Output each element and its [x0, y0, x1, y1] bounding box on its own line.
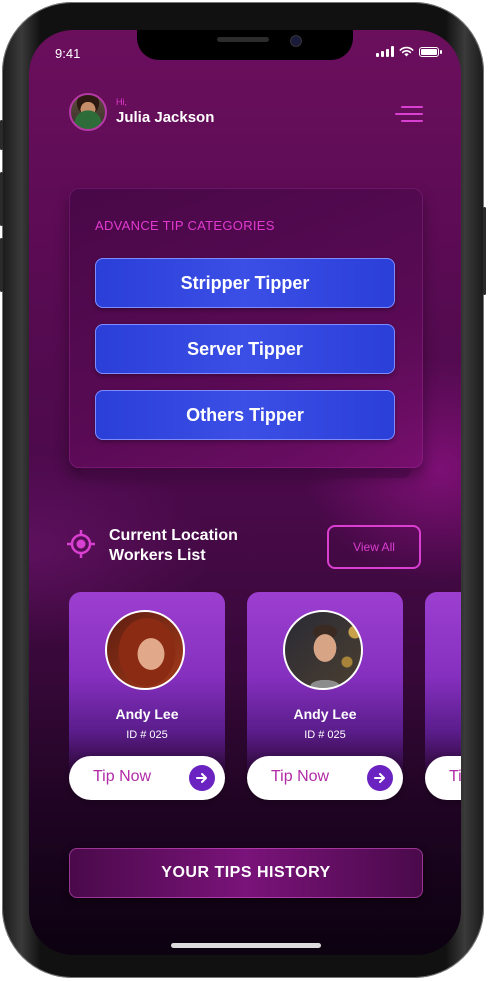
view-all-button[interactable]: View All — [327, 525, 421, 569]
workers-list-title: Current Location Workers List — [109, 526, 299, 566]
tip-now-label: Tip Now — [93, 768, 152, 785]
location-target-icon — [67, 530, 95, 558]
tip-now-button[interactable]: Ti — [425, 756, 461, 800]
power-button — [483, 207, 486, 295]
worker-id: ID # 025 — [126, 729, 168, 741]
worker-photo — [283, 610, 363, 690]
signal-icon — [376, 46, 394, 57]
arrow-right-icon — [189, 765, 215, 791]
speaker — [217, 37, 269, 42]
status-icons — [376, 46, 442, 57]
user-avatar[interactable] — [69, 93, 107, 131]
user-name: Julia Jackson — [116, 109, 215, 126]
volume-up-button — [0, 172, 3, 226]
server-tipper-button[interactable]: Server Tipper — [95, 324, 395, 374]
mute-switch — [0, 120, 3, 150]
arrow-right-icon — [367, 765, 393, 791]
tip-now-button[interactable]: Tip Now — [247, 756, 403, 800]
stripper-tipper-button[interactable]: Stripper Tipper — [95, 258, 395, 308]
workers-title-line1: Current Location — [109, 527, 238, 544]
tip-categories-panel: ADVANCE TIP CATEGORIES Stripper Tipper S… — [69, 188, 423, 478]
tip-now-button[interactable]: Tip Now — [69, 756, 225, 800]
home-indicator[interactable] — [171, 943, 321, 948]
others-tipper-button[interactable]: Others Tipper — [95, 390, 395, 440]
greeting-text: Hi, — [116, 97, 127, 107]
worker-card[interactable]: Andy Lee ID # 025 Tip Now — [247, 592, 403, 800]
worker-card[interactable]: Andy Lee ID # 025 Tip Now — [69, 592, 225, 800]
volume-down-button — [0, 238, 3, 292]
tip-now-label: Tip Now — [271, 768, 330, 785]
status-time: 9:41 — [55, 46, 81, 61]
card-background — [425, 592, 461, 777]
worker-card[interactable]: Ti — [425, 592, 461, 800]
tip-now-label: Ti — [449, 768, 461, 785]
front-camera — [290, 35, 302, 47]
phone-frame: 9:41 Hi, Julia Jackson ADVANCE TIP CATEG… — [0, 2, 486, 978]
wifi-icon — [399, 46, 414, 57]
battery-icon — [419, 47, 442, 57]
worker-name: Andy Lee — [293, 706, 357, 722]
hamburger-menu-icon[interactable] — [395, 106, 423, 126]
worker-name: Andy Lee — [115, 706, 179, 722]
worker-photo — [105, 610, 185, 690]
tips-history-button[interactable]: YOUR TIPS HISTORY — [69, 848, 423, 898]
categories-title: ADVANCE TIP CATEGORIES — [95, 218, 275, 233]
app-screen: 9:41 Hi, Julia Jackson ADVANCE TIP CATEG… — [29, 30, 461, 955]
worker-id: ID # 025 — [304, 729, 346, 741]
workers-title-line2: Workers List — [109, 547, 206, 564]
notch — [137, 30, 353, 60]
